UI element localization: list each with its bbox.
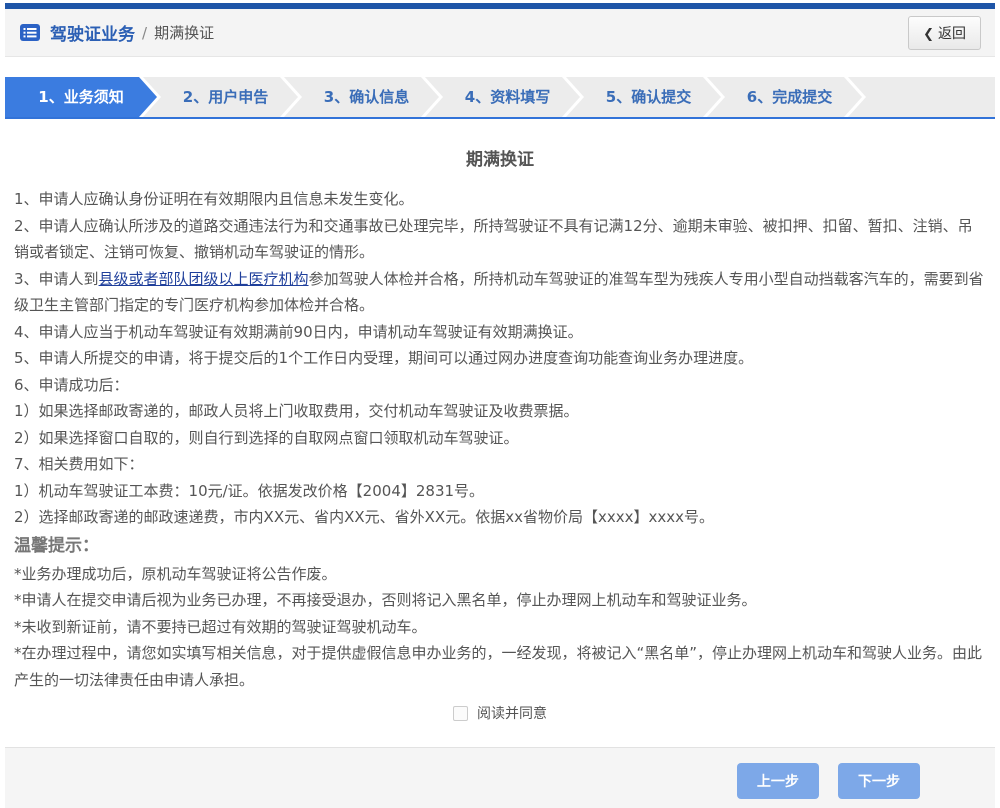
notice-item-3-pre: 3、申请人到 <box>14 269 99 288</box>
back-button[interactable]: ❮ 返回 <box>908 15 981 50</box>
notice-item-4: 4、申请人应当于机动车驾驶证有效期满前90日内，申请机动车驾驶证有效期满换证。 <box>14 322 583 341</box>
tip-item-4: *在办理过程中，请您如实填写相关信息，对于提供虚假信息申办业务的，一经发现，将被… <box>14 644 983 689</box>
header: 驾驶证业务 / 期满换证 ❮ 返回 <box>5 9 995 57</box>
step-bar-filler <box>848 77 995 117</box>
notice-item-3: 3、申请人到县级或者部队团级以上医疗机构参加驾驶人体检并合格，所持机动车驾驶证的… <box>14 266 986 319</box>
step-5-confirm-submit: 5、确认提交 <box>566 77 721 117</box>
tip-item-3: *未收到新证前，请不要持已超过有效期的驾驶证驾驶机动车。 <box>14 617 427 636</box>
agree-row: 阅读并同意 <box>14 703 986 723</box>
tip-item-2: *申请人在提交申请后视为业务已办理，不再接受退办，否则将记入黑名单，停止办理网上… <box>14 591 757 609</box>
agree-checkbox-label[interactable]: 阅读并同意 <box>477 703 547 723</box>
notice-item-2: 2、申请人应确认所涉及的道路交通违法行为和交通事故已处理完毕，所持驾驶证不具有记… <box>14 216 973 262</box>
notice-item-6: 6、申请成功后： <box>14 375 129 394</box>
agree-checkbox[interactable] <box>453 705 468 721</box>
breadcrumb-current-page: 期满换证 <box>154 24 215 42</box>
notice-item-7-sub-2: 2）选择邮政寄递的邮政速递费，市内XX元、省内XX元、省外XX元。依据xx省物价… <box>14 508 714 526</box>
step-6-complete-submit: 6、完成提交 <box>707 77 862 117</box>
notice-item-6-sub-1: 1）如果选择邮政寄递的，邮政人员将上门收取费用，交付机动车驾驶证及收费票据。 <box>14 402 579 420</box>
step-2-user-declaration: 2、用户申告 <box>143 77 298 117</box>
main-content: 期满换证 1、申请人应确认身份证明在有效期限内且信息未发生变化。 2、申请人应确… <box>5 145 995 723</box>
chevron-left-icon: ❮ <box>923 26 934 42</box>
notice-item-7-sub-1: 1）机动车驾驶证工本费：10元/证。依据发改价格【2004】2831号。 <box>14 481 485 500</box>
notice-item-5: 5、申请人所提交的申请，将于提交后的1个工作日内受理，期间可以通过网办进度查询功… <box>14 349 754 367</box>
step-1-business-notice: 1、业务须知 <box>5 77 157 117</box>
page-title: 期满换证 <box>466 150 534 170</box>
notice-item-7: 7、相关费用如下： <box>14 455 144 473</box>
step-3-confirm-info: 3、确认信息 <box>284 77 439 117</box>
back-button-label: 返回 <box>938 25 966 42</box>
page: 驾驶证业务 / 期满换证 ❮ 返回 1、业务须知 2、用户申告 3、确认信息 4、… <box>0 0 1000 808</box>
notice-item-6-sub-2: 2）如果选择窗口自取的，则自行到选择的自取网点窗口领取机动车驾驶证。 <box>14 428 519 447</box>
notice-list: 1、申请人应确认身份证明在有效期限内且信息未发生变化。 2、申请人应确认所涉及的… <box>14 186 986 531</box>
next-step-button[interactable]: 下一步 <box>838 763 920 799</box>
medical-institution-link[interactable]: 县级或者部队团级以上医疗机构 <box>99 270 309 288</box>
tips-list: *业务办理成功后，原机动车驾驶证将公告作废。 *申请人在提交申请后视为业务已办理… <box>14 561 986 694</box>
tip-item-1: *业务办理成功后，原机动车驾驶证将公告作废。 <box>14 564 337 583</box>
notice-item-1: 1、申请人应确认身份证明在有效期限内且信息未发生变化。 <box>14 190 414 208</box>
footer-action-bar: 上一步 下一步 <box>5 747 995 808</box>
tips-title: 温馨提示： <box>14 535 99 556</box>
breadcrumb-section[interactable]: 驾驶证业务 <box>50 20 135 45</box>
breadcrumb-divider: / <box>142 23 148 42</box>
list-icon <box>19 23 41 42</box>
step-4-fill-materials: 4、资料填写 <box>425 77 580 117</box>
step-wizard: 1、业务须知 2、用户申告 3、确认信息 4、资料填写 5、确认提交 6、完成提… <box>5 77 995 119</box>
previous-step-button[interactable]: 上一步 <box>736 763 819 799</box>
